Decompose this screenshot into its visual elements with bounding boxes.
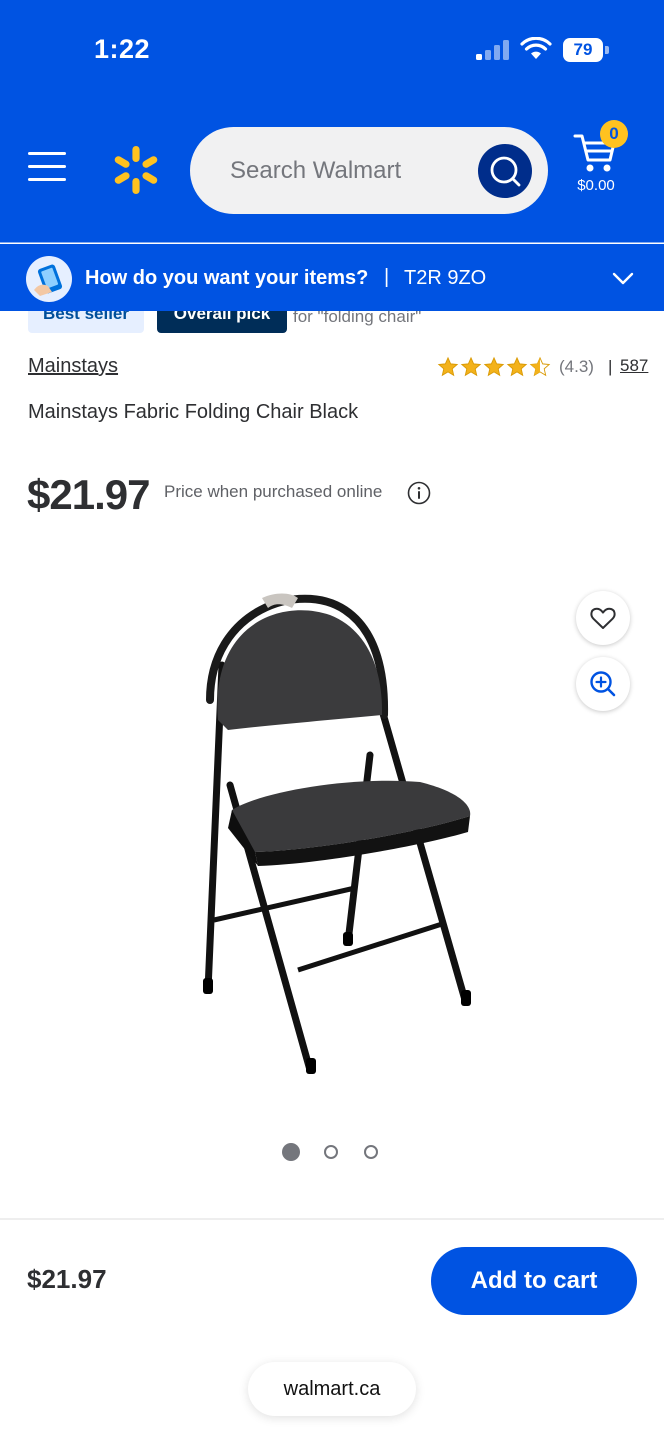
cart-count-badge: 0 (600, 120, 628, 148)
search-button[interactable] (478, 144, 532, 198)
header: 1:22 79 Search Walmart 0 $0.00 (0, 0, 664, 243)
product-image[interactable] (170, 570, 500, 1090)
cart-button[interactable]: 0 $0.00 (566, 120, 634, 200)
hamburger-menu-icon[interactable] (26, 152, 68, 188)
overall-pick-badge: Overall pick (157, 311, 287, 333)
carousel-dot-3[interactable] (364, 1145, 378, 1159)
star-half-icon (529, 356, 551, 377)
star-full-icon (437, 356, 459, 377)
price-note: Price when purchased online (164, 482, 383, 501)
search-placeholder: Search Walmart (230, 157, 402, 184)
heart-icon (590, 607, 616, 629)
battery-level: 79 (573, 40, 593, 59)
chevron-down-icon[interactable] (610, 268, 636, 288)
status-time: 1:22 (94, 34, 151, 64)
delivery-selector[interactable]: How do you want your items? | T2R 9ZO (0, 242, 664, 311)
favorite-button[interactable] (576, 591, 630, 645)
search-icon (490, 156, 521, 187)
brand-link[interactable]: Mainstays (28, 355, 118, 378)
product-title: Mainstays Fabric Folding Chair Black (28, 401, 359, 423)
star-full-icon (460, 356, 482, 377)
battery-indicator: 79 (563, 38, 609, 62)
overall-pick-context: for "folding chair" (293, 311, 422, 326)
best-seller-badge: Best seller (28, 311, 144, 333)
zoom-button[interactable] (576, 657, 630, 711)
product-badges: Best seller Overall pick for "folding ch… (0, 311, 664, 337)
star-full-icon (506, 356, 528, 377)
carousel-dot-1[interactable] (282, 1143, 300, 1161)
cart-total: $0.00 (577, 177, 615, 194)
rating-separator: | (607, 357, 613, 376)
zoom-in-icon (590, 671, 616, 697)
carousel-dot-2[interactable] (324, 1145, 338, 1159)
product-rating[interactable]: (4.3) | (437, 354, 612, 380)
rating-value: (4.3) (559, 357, 594, 376)
add-to-cart-button[interactable]: Add to cart (431, 1247, 637, 1315)
postal-code: T2R 9ZO (404, 267, 487, 289)
cellular-signal-icon (476, 40, 509, 60)
browser-url[interactable]: walmart.ca (248, 1362, 416, 1416)
image-carousel-dots (282, 1143, 392, 1161)
delivery-question: How do you want your items? (85, 267, 369, 289)
star-full-icon (483, 356, 505, 377)
walmart-spark-logo[interactable] (110, 144, 162, 196)
review-count-link[interactable]: 587 (620, 356, 648, 376)
wifi-icon (520, 37, 552, 59)
sticky-price: $21.97 (27, 1264, 107, 1294)
phone-delivery-icon (26, 256, 72, 302)
delivery-separator: | (384, 266, 390, 288)
search-input[interactable]: Search Walmart (190, 127, 548, 214)
product-price: $21.97 (27, 471, 150, 518)
star-rating (437, 356, 551, 378)
bottom-divider (0, 1218, 664, 1220)
info-icon[interactable] (407, 481, 431, 505)
